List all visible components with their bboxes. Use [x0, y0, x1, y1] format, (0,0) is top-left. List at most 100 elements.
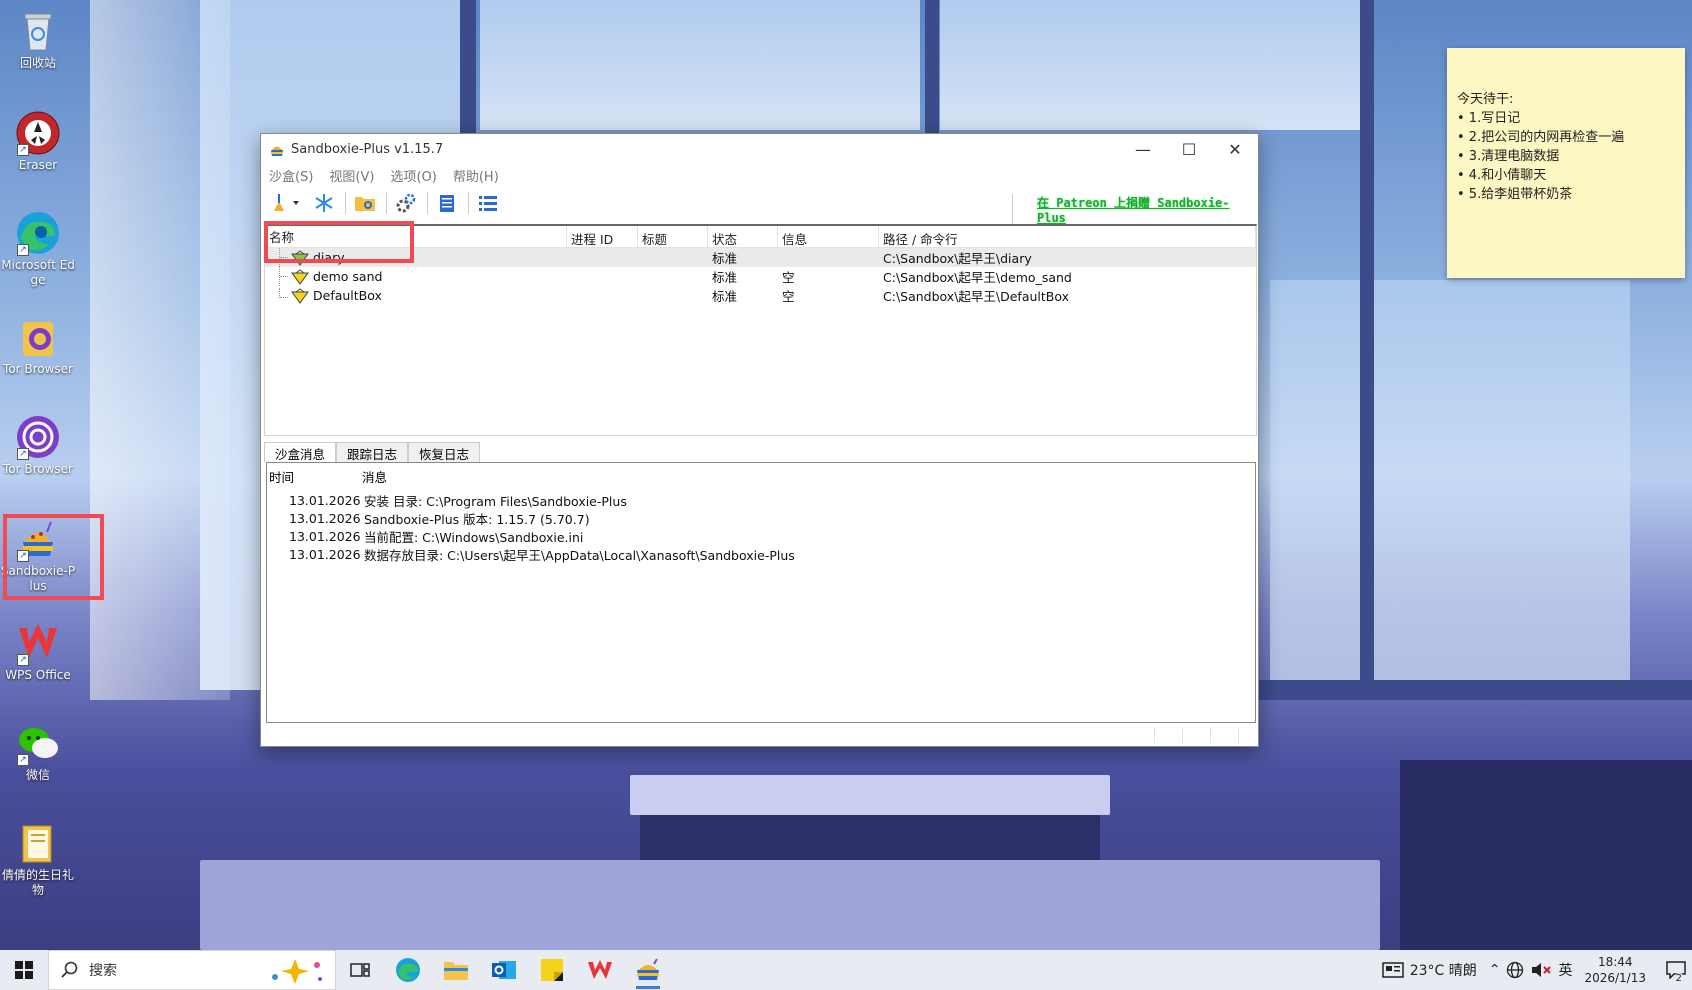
sticky-note-item: • 4.和小倩聊天	[1457, 168, 1547, 183]
clock-time: 18:44	[1597, 955, 1633, 969]
desktop-icon-recycle-bin[interactable]: 回收站	[0, 8, 76, 71]
notification-count-badge: 2	[1673, 973, 1684, 984]
sandbox-row-demo-sand[interactable]: demo sand 标准 空 C:\Sandbox\起早王\demo_sand	[265, 267, 1256, 286]
sandbox-name: DefaultBox	[313, 288, 382, 303]
settings-button[interactable]	[393, 190, 419, 216]
tab-sandbox-messages[interactable]: 沙盒消息	[264, 442, 337, 462]
desktop-icon-folder[interactable]: 倩倩的生日礼物	[0, 820, 76, 898]
column-pid[interactable]: 进程 ID	[567, 226, 638, 247]
ime-indicator[interactable]: 英	[1558, 960, 1572, 980]
tor-browser-icon: ↗	[15, 414, 61, 460]
taskbar-sandboxie[interactable]	[624, 950, 672, 990]
log-row[interactable]: 13.01.2026... 当前配置: C:\Windows\Sandboxie…	[267, 527, 1255, 545]
window-title: Sandboxie-Plus v1.15.7	[291, 141, 444, 157]
clock[interactable]: 18:44 2026/1/13	[1584, 954, 1646, 986]
broom-icon	[274, 194, 299, 211]
news-widget-icon[interactable]	[1381, 961, 1404, 979]
close-button[interactable]: ✕	[1212, 134, 1258, 164]
wps-icon	[588, 960, 612, 979]
sandboxie-icon	[637, 958, 659, 980]
sticky-note-item: • 5.给李姐带杯奶茶	[1457, 187, 1573, 202]
log-row[interactable]: 13.01.2026... 数据存放目录: C:\Users\起早王\AppDa…	[267, 545, 1255, 563]
sandbox-row-defaultbox[interactable]: DefaultBox 标准 空 C:\Sandbox\起早王\DefaultBo…	[265, 286, 1256, 305]
chevron-up-icon[interactable]: ⌃	[1489, 962, 1501, 978]
start-button[interactable]	[0, 950, 48, 990]
list-icon	[479, 196, 497, 211]
maximize-button[interactable]: ☐	[1166, 134, 1212, 164]
desktop-icon-edge[interactable]: ↗ Microsoft Edge	[0, 210, 76, 288]
menu-view[interactable]: 视图(V)	[329, 166, 374, 185]
column-status[interactable]: 状态	[708, 226, 778, 247]
log-row[interactable]: 13.01.2026... Sandboxie-Plus 版本: 1.15.7 …	[267, 509, 1255, 527]
sticky-note[interactable]: 今天待干: • 1.写日记 • 2.把公司的内网再检查一遍 • 3.清理电脑数据…	[1447, 48, 1685, 278]
freeze-button[interactable]	[311, 190, 337, 216]
folder-icon	[444, 962, 468, 980]
sandbox-name: demo sand	[313, 269, 383, 284]
volume-muted-icon[interactable]	[1530, 961, 1552, 979]
view-list-button[interactable]	[475, 190, 501, 216]
notes-button[interactable]	[434, 190, 460, 216]
column-info[interactable]: 信息	[778, 226, 879, 247]
status-bar	[261, 724, 1258, 746]
taskbar-wps[interactable]	[576, 950, 624, 990]
search-placeholder: 搜索	[89, 963, 117, 979]
sandboxie-window: Sandboxie-Plus v1.15.7 — ☐ ✕ 沙盒(S) 视图(V)…	[260, 133, 1259, 747]
toolbar-separator	[468, 192, 469, 214]
log-time: 13.01.2026...	[289, 546, 362, 562]
taskbar: 搜索 23°C 晴朗 ⌃ 英 18:44 2026/1/13 2	[0, 950, 1692, 990]
desktop-icon-wps[interactable]: ↗ WPS Office	[0, 620, 76, 683]
log-column-time[interactable]: 时间	[267, 467, 360, 485]
notification-center-button[interactable]: 2	[1660, 950, 1692, 990]
patreon-donate-link[interactable]: 在 Patreon 上捐赠 Sandboxie-Plus	[1012, 194, 1258, 225]
taskbar-outlook[interactable]	[480, 950, 528, 990]
eraser-icon: ↗	[15, 110, 61, 156]
desktop-icon-eraser[interactable]: ↗ Eraser	[0, 110, 76, 173]
wps-icon: ↗	[15, 620, 61, 666]
weather-text[interactable]: 23°C 晴朗	[1410, 960, 1477, 980]
log-row[interactable]: 13.01.2026... 安装 目录: C:\Program Files\Sa…	[267, 491, 1255, 509]
log-column-message[interactable]: 消息	[360, 467, 1255, 485]
highlight-box-diary-row	[264, 221, 414, 263]
title-bar[interactable]: Sandboxie-Plus v1.15.7 — ☐ ✕	[261, 134, 1258, 164]
log-message: Sandboxie-Plus 版本: 1.15.7 (5.70.7)	[364, 511, 590, 527]
globe-icon[interactable]	[1506, 961, 1524, 979]
menu-sandbox[interactable]: 沙盒(S)	[269, 166, 313, 185]
tab-recovery-log[interactable]: 恢复日志	[408, 442, 481, 462]
cleanup-dropdown-button[interactable]	[269, 190, 303, 216]
column-title[interactable]: 标题	[638, 226, 708, 247]
sandboxie-app-icon	[269, 141, 285, 157]
tab-trace-log[interactable]: 跟踪日志	[336, 442, 409, 462]
taskbar-file-explorer[interactable]	[432, 950, 480, 990]
sandbox-status: 标准	[712, 270, 738, 285]
snowflake-icon	[315, 194, 333, 212]
log-time: 13.01.2026...	[289, 492, 362, 508]
wechat-icon: ↗	[15, 720, 61, 766]
sticky-notes-icon	[541, 959, 563, 981]
sticky-note-item: • 1.写日记	[1457, 111, 1521, 126]
resize-grip[interactable]	[1238, 727, 1258, 743]
column-path[interactable]: 路径 / 命令行	[879, 226, 1256, 247]
toolbar-separator	[427, 192, 428, 214]
desktop-icon-tor-browser[interactable]: ↗ Tor Browser	[0, 414, 76, 477]
message-log: 时间 消息 13.01.2026... 安装 目录: C:\Program Fi…	[266, 462, 1256, 723]
menu-bar: 沙盒(S) 视图(V) 选项(O) 帮助(H)	[261, 164, 1258, 186]
sandbox-path: C:\Sandbox\起早王\DefaultBox	[883, 289, 1070, 304]
menu-help[interactable]: 帮助(H)	[453, 166, 499, 185]
folder-icon	[15, 820, 61, 866]
taskbar-sticky-notes[interactable]	[528, 950, 576, 990]
open-folder-button[interactable]	[352, 190, 378, 216]
gears-icon	[396, 193, 416, 213]
log-header: 时间 消息	[267, 463, 1255, 485]
task-view-button[interactable]	[336, 950, 384, 990]
taskbar-search[interactable]: 搜索	[48, 950, 336, 990]
windows-icon	[15, 961, 33, 979]
sandbox-icon	[291, 268, 309, 285]
sandbox-status: 标准	[712, 289, 738, 304]
minimize-button[interactable]: —	[1120, 134, 1166, 164]
desktop-icon-wechat[interactable]: ↗ 微信	[0, 720, 76, 783]
taskbar-edge[interactable]	[384, 950, 432, 990]
menu-options[interactable]: 选项(O)	[390, 166, 436, 185]
folder-search-icon	[355, 197, 375, 211]
sandbox-path: C:\Sandbox\起早王\diary	[883, 251, 1032, 266]
desktop-icon-tor-folder[interactable]: Tor Browser	[0, 314, 76, 377]
